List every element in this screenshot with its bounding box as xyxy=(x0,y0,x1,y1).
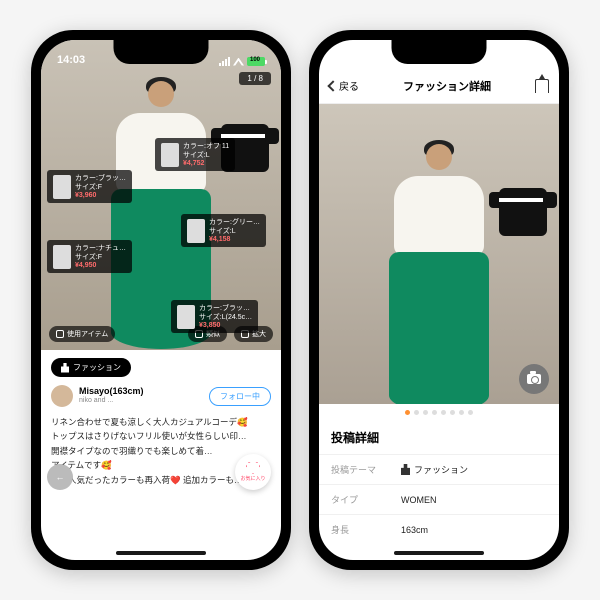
page-dot[interactable] xyxy=(459,410,464,415)
notch xyxy=(114,40,209,64)
product-tag[interactable]: カラー:グリー…サイズ:L¥4,158 xyxy=(181,214,266,247)
chevron-left-icon xyxy=(327,80,338,91)
page-title: ファッション詳細 xyxy=(403,78,491,94)
detail-row: 投稿テーマファッション xyxy=(319,454,559,484)
page-dot[interactable] xyxy=(414,410,419,415)
back-fab[interactable]: ← xyxy=(47,464,73,490)
camera-icon xyxy=(527,374,541,384)
background-rack xyxy=(493,184,553,294)
product-tag[interactable]: カラー:ブラッ…サイズ:L(24.5c…¥3,850 xyxy=(171,300,258,333)
screen-right: 戻る ファッション詳細 投稿詳細 投稿テーマファッションタイプWOMEN身長16… xyxy=(319,40,559,560)
product-tag[interactable]: カラー:ブラッ…サイズ:F¥3,960 xyxy=(47,170,132,203)
hanger-icon xyxy=(61,363,69,373)
camera-fab[interactable] xyxy=(519,364,549,394)
detail-key: タイプ xyxy=(331,493,401,506)
phone-left: 14:03 100 1 / 8 カラー:ブラッ…サイズ:F¥3,960 カラー:オ… xyxy=(31,30,291,570)
status-time: 14:03 xyxy=(57,54,85,66)
product-tag[interactable]: カラー:オフ 11サイズ:L¥4,752 xyxy=(155,138,235,171)
section-title: 投稿詳細 xyxy=(319,421,559,454)
used-items-chip[interactable]: 使用アイテム xyxy=(49,326,115,342)
screen-left: 14:03 100 1 / 8 カラー:ブラッ…サイズ:F¥3,960 カラー:オ… xyxy=(41,40,281,560)
photo-count-badge: 1 / 8 xyxy=(239,72,271,85)
avatar[interactable] xyxy=(51,385,73,407)
wifi-icon xyxy=(233,58,244,66)
page-dot[interactable] xyxy=(450,410,455,415)
product-tag[interactable]: カラー:ナチュ…サイズ:F¥4,950 xyxy=(47,240,132,273)
person-graphic xyxy=(384,146,494,404)
tag-thumb xyxy=(161,143,179,167)
battery-icon: 100 xyxy=(247,57,265,66)
main-photo[interactable]: 1 / 8 カラー:ブラッ…サイズ:F¥3,960 カラー:オフ 11サイズ:L¥… xyxy=(41,40,281,350)
page-dot[interactable] xyxy=(468,410,473,415)
page-dots[interactable] xyxy=(319,404,559,421)
share-icon[interactable] xyxy=(535,79,549,93)
page-dot[interactable] xyxy=(405,410,410,415)
detail-row: タイプWOMEN xyxy=(319,484,559,514)
user-brand: niko and ... xyxy=(79,397,203,405)
tag-thumb xyxy=(187,219,205,243)
phone-right: 戻る ファッション詳細 投稿詳細 投稿テーマファッションタイプWOMEN身長16… xyxy=(309,30,569,570)
follow-button[interactable]: フォロー中 xyxy=(209,387,271,406)
tag-thumb xyxy=(53,175,71,199)
heart-icon xyxy=(246,462,260,474)
page-dot[interactable] xyxy=(432,410,437,415)
detail-row: 身長163cm xyxy=(319,514,559,544)
detail-value: ファッション xyxy=(401,463,468,476)
shirt-graphic xyxy=(499,188,547,236)
back-button[interactable]: 戻る xyxy=(329,78,359,93)
detail-key: 投稿テーマ xyxy=(331,463,401,476)
detail-value: 163cm xyxy=(401,523,428,536)
home-indicator[interactable] xyxy=(116,551,206,555)
hanger-icon xyxy=(401,464,410,475)
tag-thumb xyxy=(53,245,71,269)
home-indicator[interactable] xyxy=(394,551,484,555)
detail-photo[interactable] xyxy=(319,104,559,404)
page-dot[interactable] xyxy=(423,410,428,415)
tag-icon xyxy=(56,330,64,338)
detail-value: WOMEN xyxy=(401,493,437,506)
detail-key: 身長 xyxy=(331,523,401,536)
status-right: 100 xyxy=(219,57,265,66)
tag-thumb xyxy=(177,305,195,329)
category-pill[interactable]: ファッション xyxy=(51,358,131,377)
favorite-fab[interactable]: お気に入り xyxy=(235,454,271,490)
notch xyxy=(392,40,487,64)
nav-bar: 戻る ファッション詳細 xyxy=(319,68,559,104)
page-dot[interactable] xyxy=(441,410,446,415)
user-row[interactable]: Misayo(163cm) niko and ... フォロー中 xyxy=(41,383,281,409)
signal-icon xyxy=(219,57,230,66)
user-name: Misayo(163cm) xyxy=(79,387,203,397)
